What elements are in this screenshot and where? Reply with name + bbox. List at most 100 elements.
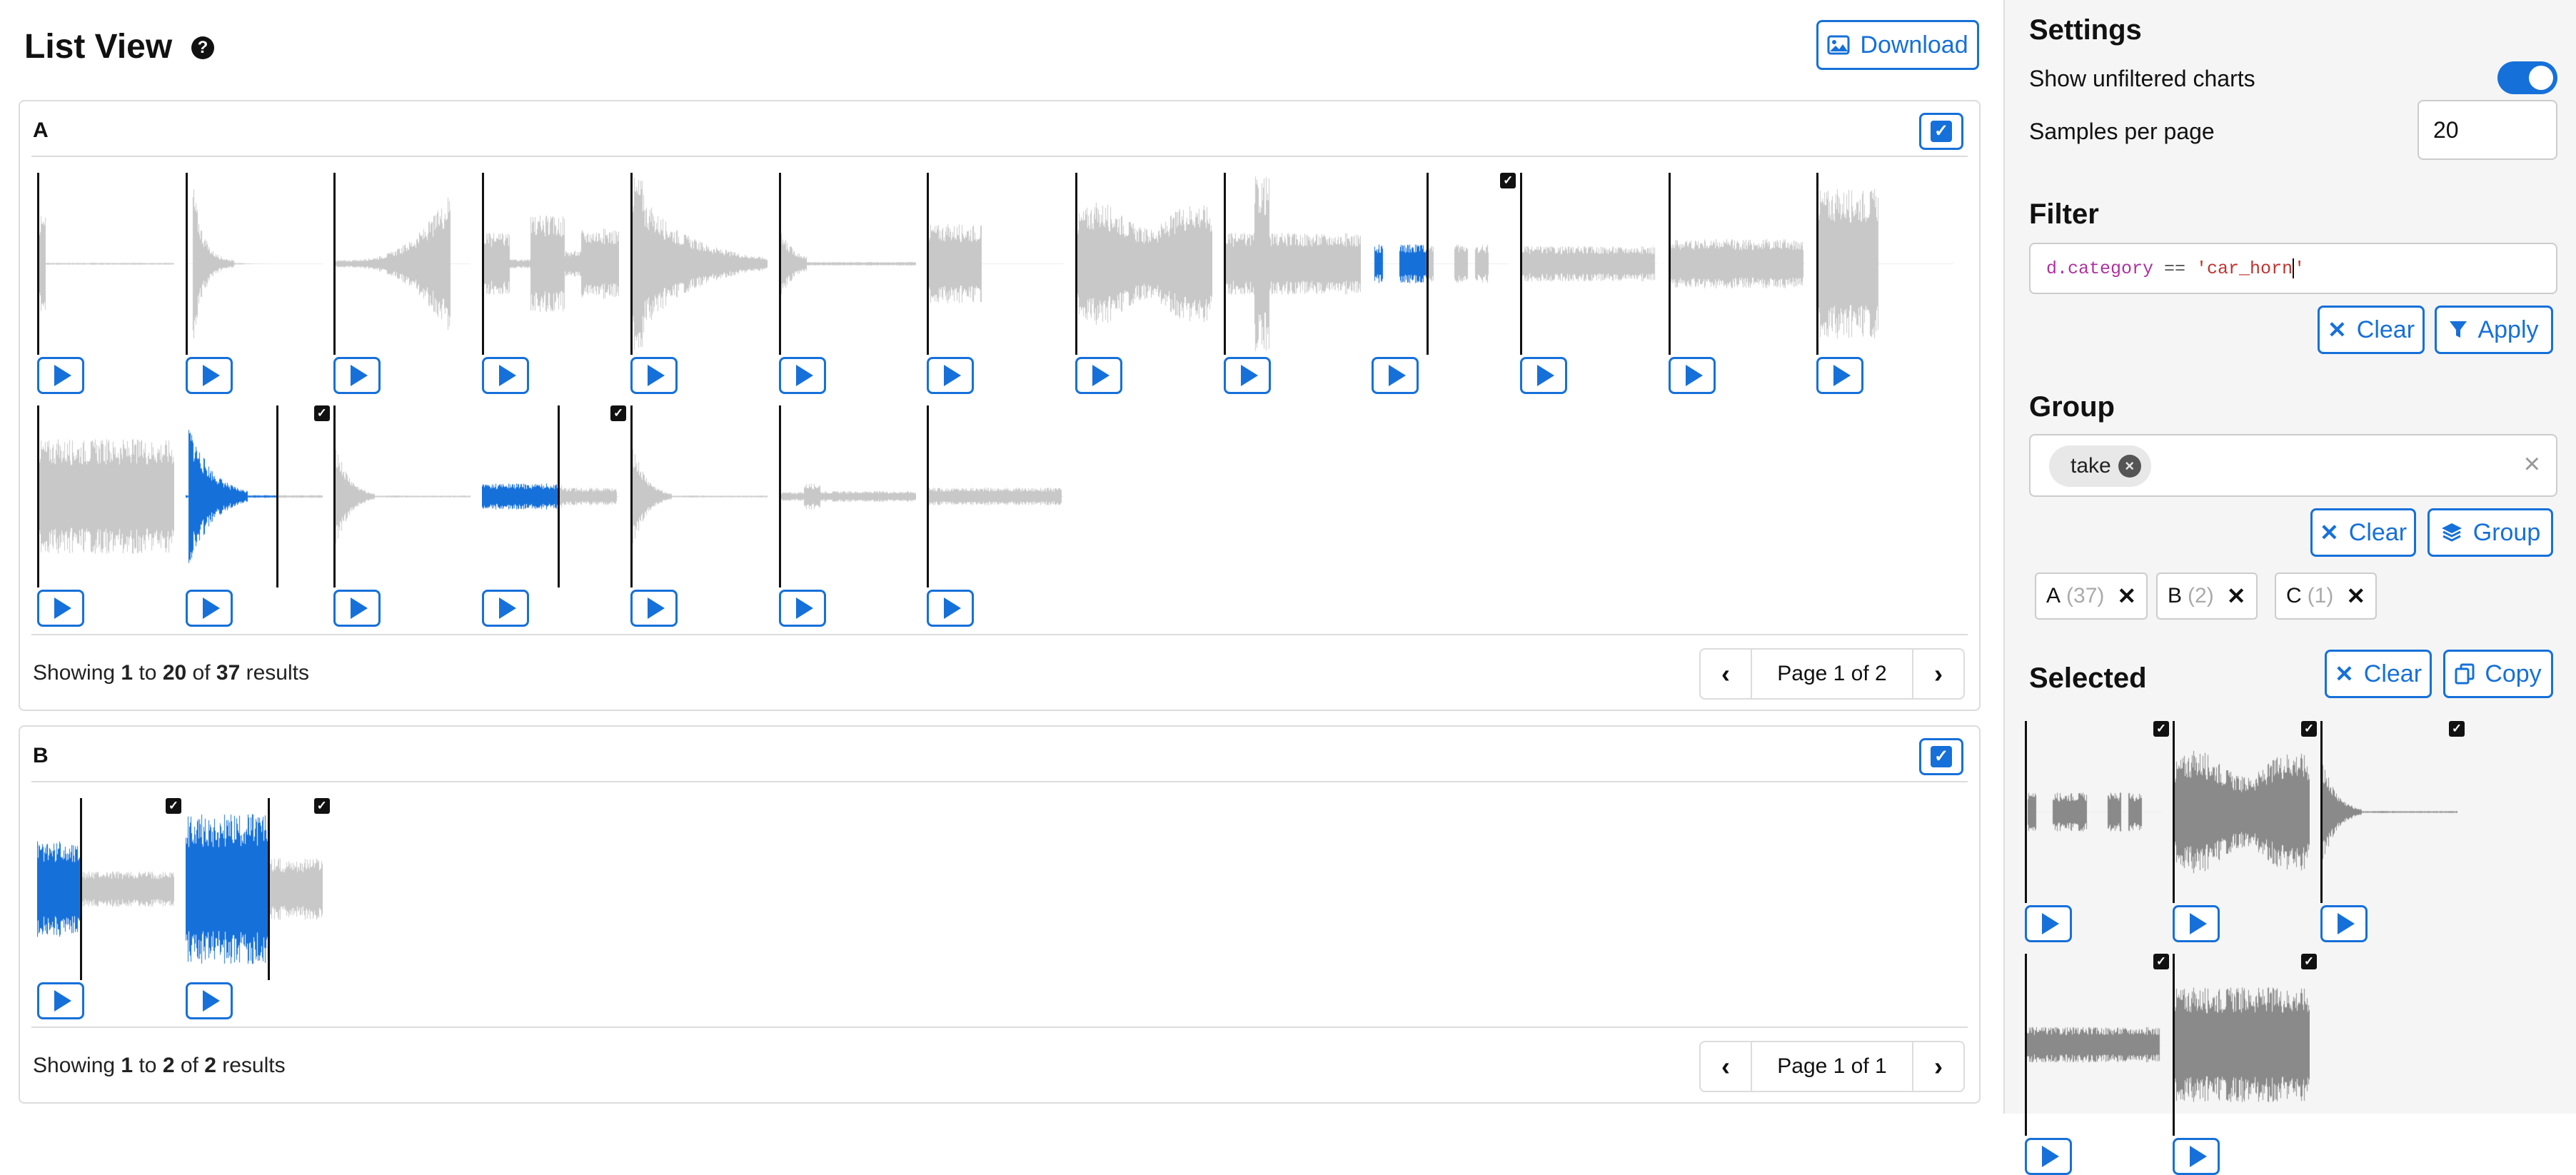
waveform[interactable] (927, 173, 1065, 355)
sample-tile[interactable]: ✓ (2173, 721, 2320, 942)
playhead-cursor[interactable] (1816, 173, 1819, 355)
sample-tile[interactable] (778, 173, 927, 394)
sample-tile[interactable]: ✓ (2025, 954, 2173, 1175)
play-button[interactable] (778, 590, 826, 627)
chevron-left-icon[interactable]: ‹ (1701, 650, 1752, 698)
play-button[interactable] (333, 357, 381, 394)
waveform[interactable] (778, 405, 916, 588)
play-button[interactable] (333, 590, 381, 627)
waveform[interactable] (185, 798, 323, 980)
sample-tile[interactable]: ✓ (2025, 721, 2173, 942)
playhead-cursor[interactable] (1668, 173, 1671, 355)
waveform[interactable] (1372, 173, 1509, 355)
selected-check-icon[interactable]: ✓ (610, 405, 627, 421)
selected-check-icon[interactable]: ✓ (2449, 721, 2465, 737)
play-button[interactable] (2173, 905, 2220, 942)
playhead-cursor[interactable] (630, 405, 633, 588)
playhead-cursor[interactable] (2173, 721, 2175, 903)
sample-tile[interactable] (630, 173, 778, 394)
playhead-cursor[interactable] (778, 405, 781, 588)
sample-tile[interactable] (37, 173, 185, 394)
playhead-cursor[interactable] (80, 798, 82, 980)
waveform[interactable] (1075, 173, 1212, 355)
waveform[interactable] (185, 405, 323, 588)
selected-check-icon[interactable]: ✓ (166, 798, 181, 814)
play-button[interactable] (927, 590, 975, 627)
remove-tag-icon[interactable]: ✕ (2227, 583, 2246, 610)
waveform[interactable] (185, 173, 323, 355)
show-unfiltered-toggle[interactable] (2497, 61, 2557, 94)
sample-tile[interactable] (1520, 173, 1668, 394)
selected-check-icon[interactable]: ✓ (2301, 721, 2317, 737)
group-tag-c[interactable]: C (1) ✕ (2275, 573, 2378, 620)
selected-check-icon[interactable]: ✓ (2301, 954, 2317, 969)
playhead-cursor[interactable] (927, 405, 930, 588)
selected-check-icon[interactable]: ✓ (2153, 954, 2169, 969)
play-button[interactable] (2173, 1138, 2220, 1175)
group-select-checkbox[interactable]: ✓ (1919, 113, 1963, 150)
play-button[interactable] (1816, 357, 1864, 394)
playhead-cursor[interactable] (558, 405, 560, 588)
sample-tile[interactable]: ✓ (185, 405, 333, 627)
waveform[interactable] (778, 173, 916, 355)
waveform[interactable] (2025, 954, 2162, 1136)
play-button[interactable] (630, 590, 678, 627)
selected-check-icon[interactable]: ✓ (1500, 173, 1516, 188)
waveform[interactable] (1816, 173, 1954, 355)
sample-tile[interactable] (185, 173, 333, 394)
selected-copy-button[interactable]: Copy (2443, 650, 2553, 698)
playhead-cursor[interactable] (2320, 721, 2323, 903)
play-button[interactable] (37, 590, 84, 627)
chevron-right-icon[interactable]: › (1912, 650, 1963, 698)
play-button[interactable] (482, 357, 530, 394)
filter-apply-button[interactable]: Apply (2435, 306, 2553, 354)
play-button[interactable] (1223, 357, 1271, 394)
group-by-select[interactable]: take × × (2029, 434, 2557, 497)
selected-clear-button[interactable]: ✕ Clear (2325, 650, 2432, 698)
selected-check-icon[interactable]: ✓ (313, 405, 330, 421)
playhead-cursor[interactable] (37, 173, 39, 355)
sample-tile[interactable]: ✓ (1372, 173, 1519, 394)
samples-per-page-input[interactable] (2417, 100, 2557, 160)
sample-tile[interactable] (778, 405, 927, 627)
remove-chip-icon[interactable]: × (2118, 455, 2141, 478)
playhead-cursor[interactable] (1075, 173, 1077, 355)
download-button[interactable]: Download (1816, 20, 1979, 70)
playhead-cursor[interactable] (1520, 173, 1522, 355)
waveform[interactable] (37, 173, 174, 355)
sample-tile[interactable] (1668, 173, 1816, 394)
playhead-cursor[interactable] (37, 405, 39, 588)
playhead-cursor[interactable] (1427, 173, 1429, 355)
waveform[interactable] (2320, 721, 2457, 903)
playhead-cursor[interactable] (482, 173, 485, 355)
sample-tile[interactable]: ✓ (2173, 954, 2320, 1175)
waveform[interactable] (1668, 173, 1806, 355)
waveform[interactable] (1520, 173, 1657, 355)
group-apply-button[interactable]: Group (2427, 508, 2553, 557)
play-button[interactable] (2025, 905, 2072, 942)
waveform[interactable] (630, 405, 768, 588)
playhead-cursor[interactable] (333, 405, 336, 588)
remove-tag-icon[interactable]: ✕ (2117, 583, 2136, 610)
waveform[interactable] (630, 173, 768, 355)
play-button[interactable] (37, 357, 84, 394)
playhead-cursor[interactable] (267, 798, 270, 980)
waveform[interactable] (37, 798, 174, 980)
waveform[interactable] (333, 405, 471, 588)
sample-tile[interactable] (333, 405, 481, 627)
play-button[interactable] (2025, 1138, 2072, 1175)
play-button[interactable] (778, 357, 826, 394)
group-tag-a[interactable]: A (37) ✕ (2035, 573, 2148, 620)
waveform[interactable] (2173, 721, 2310, 903)
waveform[interactable] (482, 405, 620, 588)
playhead-cursor[interactable] (778, 173, 781, 355)
playhead-cursor[interactable] (927, 173, 930, 355)
play-button[interactable] (185, 590, 233, 627)
play-button[interactable] (37, 982, 84, 1019)
play-button[interactable] (1372, 357, 1419, 394)
playhead-cursor[interactable] (2173, 954, 2175, 1136)
playhead-cursor[interactable] (276, 405, 278, 588)
remove-tag-icon[interactable]: ✕ (2346, 583, 2365, 610)
sample-tile[interactable] (630, 405, 778, 627)
play-button[interactable] (630, 357, 678, 394)
